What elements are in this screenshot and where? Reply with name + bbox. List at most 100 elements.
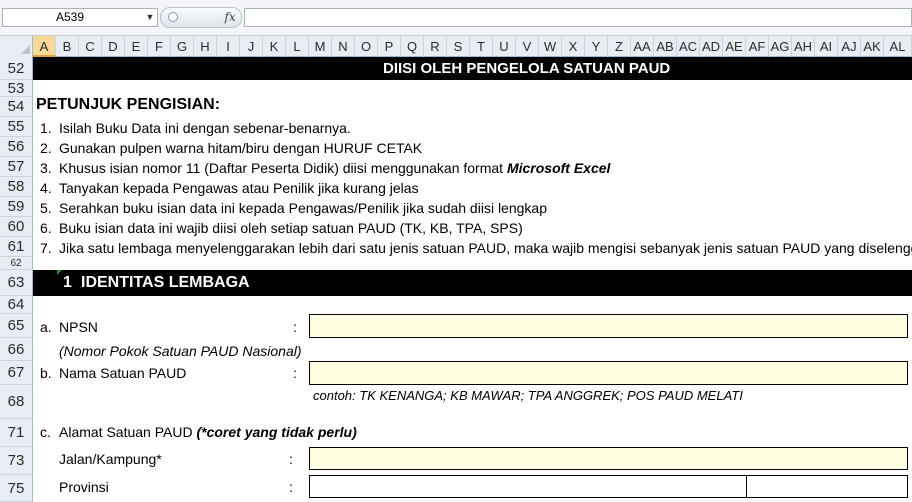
column-header-p[interactable]: P — [378, 36, 401, 57]
jalan-label: Jalan/Kampung* — [59, 451, 162, 467]
column-header-ac[interactable]: AC — [677, 36, 700, 57]
alamat-line: Alamat Satuan PAUD (*coret yang tidak pe… — [59, 424, 357, 440]
column-header-s[interactable]: S — [447, 36, 470, 57]
column-header-af[interactable]: AF — [746, 36, 769, 57]
instruction-number: 1. — [40, 120, 52, 136]
column-header-r[interactable]: R — [424, 36, 447, 57]
npsn-sublabel: (Nomor Pokok Satuan PAUD Nasional) — [59, 343, 302, 359]
instruction-text: Buku isian data ini wajib diisi oleh set… — [59, 220, 523, 236]
comment-indicator-icon — [57, 270, 62, 275]
row-header-60[interactable]: 60 — [0, 217, 33, 237]
row-header-53[interactable]: 53 — [0, 80, 33, 97]
column-header-x[interactable]: X — [562, 36, 585, 57]
field-letter: b. — [40, 365, 52, 381]
instruction-number: 3. — [40, 160, 52, 176]
row-header-61[interactable]: 61 — [0, 237, 33, 257]
instruction-number: 5. — [40, 200, 52, 216]
npsn-input[interactable] — [309, 314, 908, 338]
column-header-ai[interactable]: AI — [815, 36, 838, 57]
row-header-55[interactable]: 55 — [0, 117, 33, 137]
column-header-ad[interactable]: AD — [700, 36, 723, 57]
circle-handle-icon — [168, 12, 178, 22]
instruction-emphasis: Microsoft Excel — [506, 160, 611, 176]
row-header-57[interactable]: 57 — [0, 157, 33, 177]
column-header-j[interactable]: J — [240, 36, 263, 57]
provinsi-label: Provinsi — [59, 479, 109, 495]
column-header-w[interactable]: W — [539, 36, 562, 57]
instruction-text: Isilah Buku Data ini dengan sebenar-bena… — [59, 120, 351, 136]
column-header-o[interactable]: O — [355, 36, 378, 57]
row-header-58[interactable]: 58 — [0, 177, 33, 197]
row-header-73[interactable]: 73 — [0, 447, 33, 475]
column-header-u[interactable]: U — [493, 36, 516, 57]
row-header-52[interactable]: 52 — [0, 57, 33, 80]
instruction-text: Jika satu lembaga menyelenggarakan lebih… — [59, 240, 912, 256]
row-header-66[interactable]: 66 — [0, 338, 33, 361]
jalan-input[interactable] — [309, 447, 908, 470]
provinsi-input[interactable] — [309, 475, 747, 498]
row-header-71[interactable]: 71 — [0, 419, 33, 447]
column-header-d[interactable]: D — [102, 36, 125, 57]
column-header-k[interactable]: K — [263, 36, 286, 57]
row-header-75[interactable]: 75 — [0, 475, 33, 502]
row-header-64[interactable]: 64 — [0, 296, 33, 314]
nama-label: Nama Satuan PAUD — [59, 365, 187, 381]
column-header-n[interactable]: N — [332, 36, 355, 57]
column-header-g[interactable]: G — [171, 36, 194, 57]
column-header-aa[interactable]: AA — [631, 36, 654, 57]
column-header-b[interactable]: B — [56, 36, 79, 57]
name-box[interactable]: A539 — [2, 8, 158, 27]
column-header-q[interactable]: Q — [401, 36, 424, 57]
column-header-ab[interactable]: AB — [654, 36, 677, 57]
instruction-text: Tanyakan kepada Pengawas atau Penilik ji… — [59, 180, 419, 196]
select-all-triangle-icon — [21, 45, 30, 54]
field-colon: : — [289, 451, 293, 467]
column-header-ag[interactable]: AG — [769, 36, 792, 57]
row-header-56[interactable]: 56 — [0, 137, 33, 157]
alamat-label: Alamat Satuan PAUD — [59, 424, 193, 440]
instruction-line: Khusus isian nomor 11 (Daftar Peserta Di… — [59, 160, 610, 176]
row-header-63[interactable]: 63 — [0, 270, 33, 296]
column-header-v[interactable]: V — [516, 36, 539, 57]
row-header-67[interactable]: 67 — [0, 361, 33, 385]
field-colon: : — [293, 319, 297, 335]
field-letter: a. — [40, 319, 52, 335]
row-header-59[interactable]: 59 — [0, 197, 33, 217]
column-header-t[interactable]: T — [470, 36, 493, 57]
instruction-text: Serahkan buku isian data ini kepada Peng… — [59, 200, 547, 216]
name-box-dropdown-icon[interactable]: ▼ — [144, 8, 156, 27]
field-colon: : — [289, 479, 293, 495]
row-header-65[interactable]: 65 — [0, 314, 33, 338]
column-header-aj[interactable]: AJ — [838, 36, 861, 57]
row-header-68[interactable]: 68 — [0, 385, 33, 419]
field-colon: : — [293, 365, 297, 381]
column-header-f[interactable]: F — [148, 36, 171, 57]
column-header-l[interactable]: L — [286, 36, 309, 57]
column-header-ak[interactable]: AK — [861, 36, 884, 57]
header-title: DIISI OLEH PENGELOLA SATUAN PAUD — [383, 60, 671, 77]
instruction-text: Khusus isian nomor 11 (Daftar Peserta Di… — [59, 160, 507, 176]
column-header-i[interactable]: I — [217, 36, 240, 57]
alamat-note: (*coret yang tidak perlu) — [196, 424, 357, 440]
nama-example: contoh: TK KENANGA; KB MAWAR; TPA ANGGRE… — [313, 388, 743, 403]
column-header-z[interactable]: Z — [608, 36, 631, 57]
column-header-y[interactable]: Y — [585, 36, 608, 57]
column-header-m[interactable]: M — [309, 36, 332, 57]
nama-input[interactable] — [309, 361, 908, 385]
provinsi-code-input[interactable] — [746, 475, 908, 498]
section-title: IDENTITAS LEMBAGA — [81, 274, 250, 291]
row-header-54[interactable]: 54 — [0, 97, 33, 117]
column-header-h[interactable]: H — [194, 36, 217, 57]
row-header-62[interactable]: 62 — [0, 257, 33, 270]
insert-function-icon[interactable]: fx — [222, 9, 238, 25]
column-header-a[interactable]: A — [33, 36, 56, 57]
column-header-ae[interactable]: AE — [723, 36, 746, 57]
instruction-number: 4. — [40, 180, 52, 196]
formula-input[interactable] — [244, 8, 912, 27]
column-header-e[interactable]: E — [125, 36, 148, 57]
instruction-text: Gunakan pulpen warna hitam/biru dengan H… — [59, 140, 423, 156]
field-letter: c. — [40, 424, 51, 440]
column-header-ah[interactable]: AH — [792, 36, 815, 57]
column-header-c[interactable]: C — [79, 36, 102, 57]
column-header-al[interactable]: AL — [884, 36, 912, 57]
